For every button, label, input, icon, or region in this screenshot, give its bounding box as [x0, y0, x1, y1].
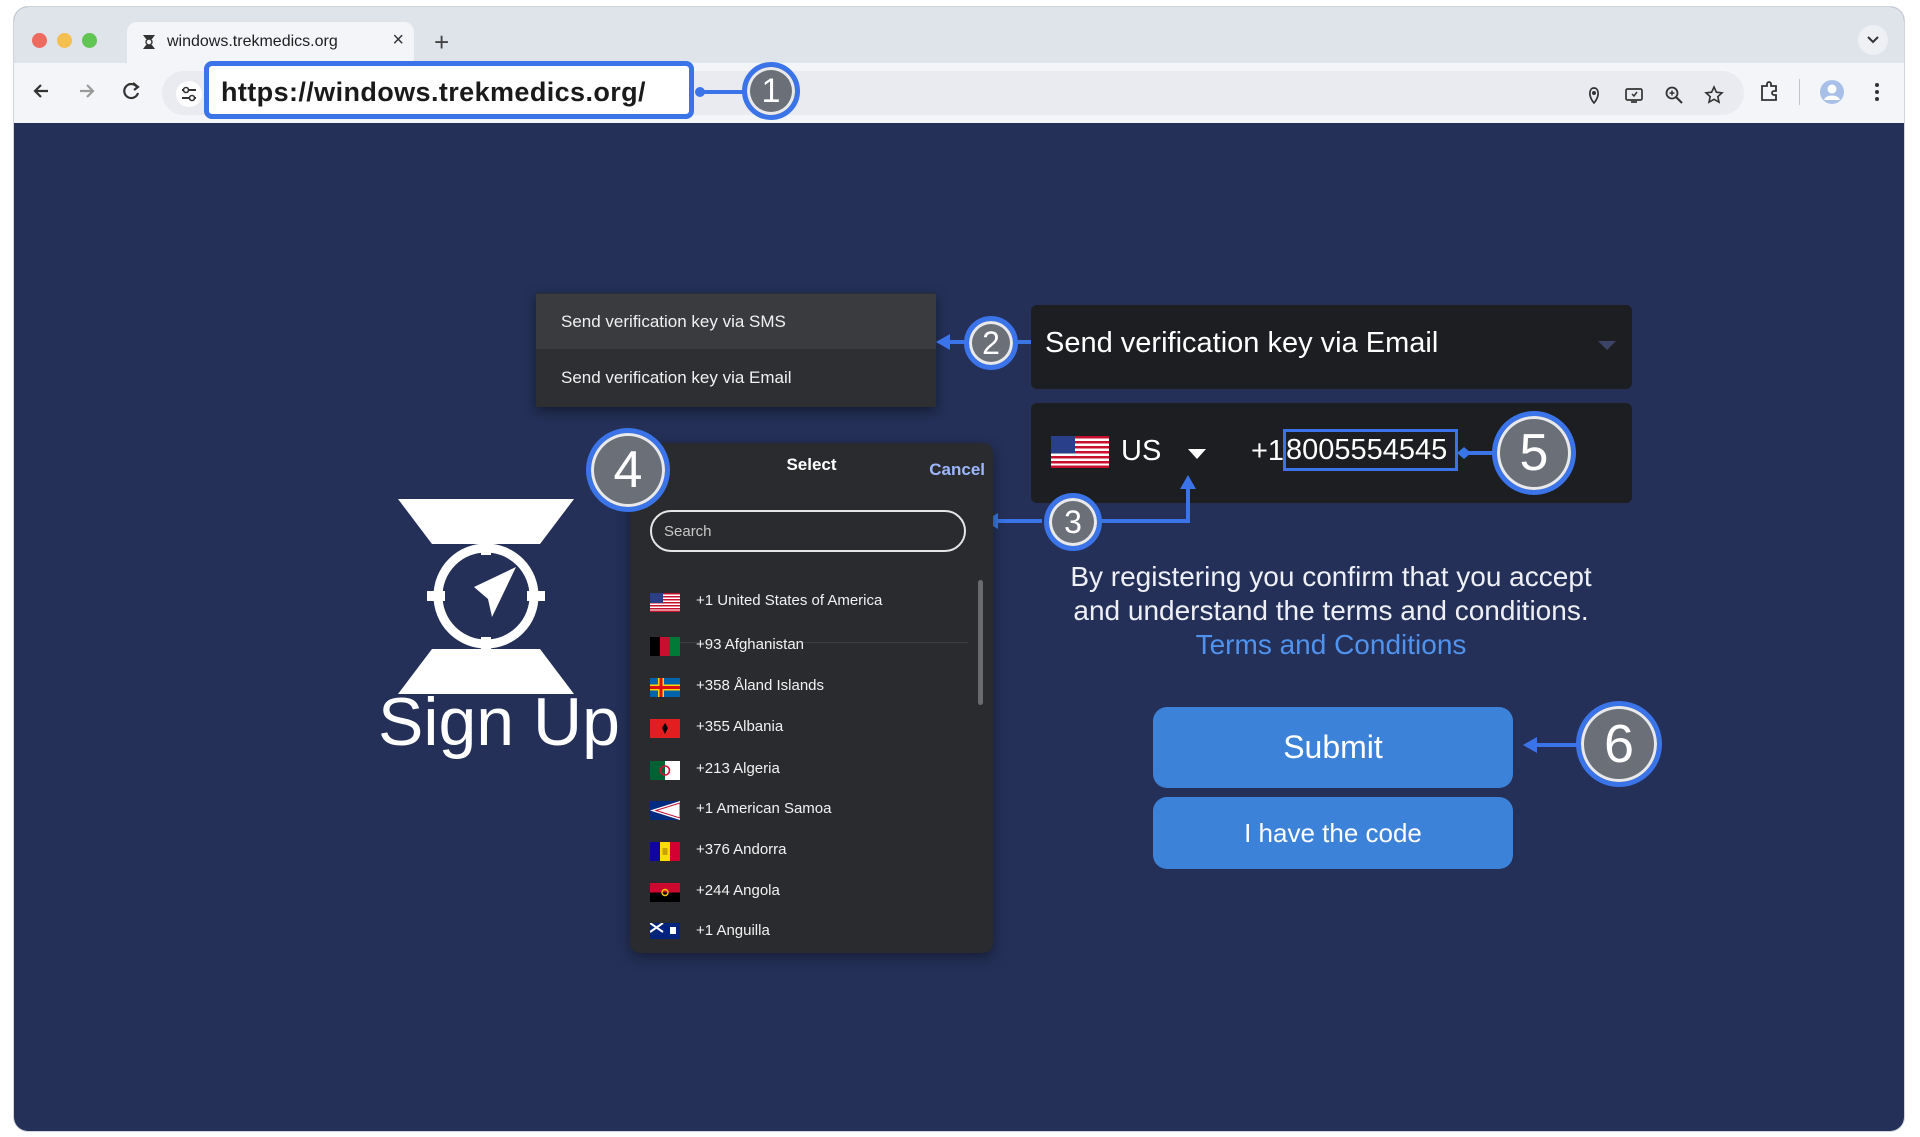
terms-link[interactable]: Terms and Conditions: [1051, 629, 1611, 661]
trekmedics-favicon-icon: [143, 35, 155, 49]
page-content: Send verification key via SMS Send verif…: [14, 123, 1904, 1131]
location-pin-icon[interactable]: [1584, 85, 1604, 105]
site-info-button[interactable]: [176, 81, 202, 107]
country-search-input[interactable]: [650, 510, 966, 552]
caret-down-icon: [1598, 341, 1616, 350]
have-code-button[interactable]: I have the code: [1153, 797, 1513, 869]
verification-method-value: Send verification key via Email: [1045, 327, 1439, 359]
country-option-label: +358 Åland Islands: [696, 677, 825, 694]
country-option-us[interactable]: +1 United States of America: [630, 581, 970, 621]
annotation-badge-5: 5: [1492, 411, 1576, 495]
american-samoa-flag-icon: [650, 801, 680, 820]
country-option-ao[interactable]: +244 Angola: [630, 871, 970, 911]
country-option-label: +213 Algeria: [696, 760, 780, 777]
verification-method-menu: Send verification key via SMS Send verif…: [536, 293, 936, 407]
bookmark-star-icon[interactable]: [1704, 85, 1724, 105]
country-code-selector[interactable]: US: [1121, 435, 1161, 468]
tune-icon: [182, 86, 196, 102]
andorra-flag-icon: [650, 842, 680, 861]
annotation-badge-1: 1: [742, 62, 800, 120]
toolbar-divider: [1799, 79, 1800, 105]
country-option-label: +1 American Samoa: [696, 800, 832, 817]
afghanistan-flag-icon: [650, 637, 680, 656]
maximize-window-button[interactable]: [82, 33, 97, 48]
annotation-badge-2: 2: [964, 316, 1018, 370]
browser-window: windows.trekmedics.org × + https://windo…: [14, 7, 1904, 1131]
menu-item-sms[interactable]: Send verification key via SMS: [536, 294, 936, 349]
menu-item-email[interactable]: Send verification key via Email: [536, 350, 936, 405]
country-option-ad[interactable]: +376 Andorra: [630, 830, 970, 870]
country-option-label: +355 Albania: [696, 718, 784, 735]
minimize-window-button[interactable]: [57, 33, 72, 48]
annotation-badge-6: 6: [1576, 701, 1662, 787]
extensions-puzzle-icon[interactable]: [1757, 79, 1783, 105]
tab-title: windows.trekmedics.org: [167, 33, 338, 50]
close-window-button[interactable]: [32, 33, 47, 48]
country-option-label: +1 Anguilla: [696, 922, 770, 939]
forward-arrow-icon[interactable]: [72, 77, 100, 105]
reload-icon[interactable]: [117, 77, 145, 105]
chevron-down-icon: [1867, 36, 1879, 44]
country-select-panel: Select Cancel +1 United States of Americ…: [630, 443, 993, 953]
albania-flag-icon: [650, 719, 680, 738]
country-option-label: +1 United States of America: [696, 592, 883, 609]
verification-method-select[interactable]: Send verification key via Email: [1031, 305, 1632, 389]
algeria-flag-icon: [650, 761, 680, 780]
country-option-al[interactable]: +355 Albania: [630, 707, 970, 747]
country-option-af[interactable]: +93 Afghanistan: [630, 625, 970, 665]
angola-flag-icon: [650, 883, 680, 902]
cast-screen-icon[interactable]: [1624, 85, 1644, 105]
terms-text: By registering you confirm that you acce…: [1070, 561, 1592, 626]
annotation-badge-4: 4: [586, 428, 670, 512]
country-option-label: +244 Angola: [696, 882, 780, 899]
country-option-ai[interactable]: +1 Anguilla: [630, 911, 970, 939]
aland-flag-icon: [650, 678, 680, 697]
country-option-dz[interactable]: +213 Algeria: [630, 749, 970, 789]
tab-bar: windows.trekmedics.org × +: [14, 7, 1904, 63]
trekmedics-logo-icon: [398, 499, 574, 694]
country-option-label: +93 Afghanistan: [696, 636, 805, 653]
annotation-badge-3: 3: [1044, 493, 1102, 551]
country-option-ax[interactable]: +358 Åland Islands: [630, 666, 970, 706]
new-tab-button[interactable]: +: [434, 27, 449, 58]
country-list-scrollbar[interactable]: [978, 580, 983, 705]
us-flag-icon: [1051, 436, 1109, 468]
country-option-as[interactable]: +1 American Samoa: [630, 789, 970, 829]
back-arrow-icon[interactable]: [28, 77, 56, 105]
url-text: https://windows.trekmedics.org/: [221, 77, 646, 107]
zoom-icon[interactable]: [1664, 85, 1684, 105]
caret-down-icon[interactable]: [1188, 449, 1206, 459]
anguilla-flag-icon: [650, 923, 680, 939]
tab-search-button[interactable]: [1858, 25, 1888, 55]
phone-prefix: +1: [1251, 435, 1285, 467]
country-option-label: +376 Andorra: [696, 841, 787, 858]
submit-button[interactable]: Submit: [1153, 707, 1513, 788]
annotation-arrow-6: [1523, 737, 1581, 753]
url-highlight[interactable]: https://windows.trekmedics.org/: [204, 61, 694, 119]
kebab-menu-icon[interactable]: [1864, 79, 1890, 105]
profile-avatar-icon[interactable]: [1819, 79, 1845, 105]
phone-number-input[interactable]: [1283, 429, 1458, 471]
annotation-connector-5: [1457, 447, 1495, 459]
signup-title: Sign Up: [378, 684, 620, 760]
tab-active[interactable]: windows.trekmedics.org ×: [127, 22, 414, 63]
tab-close-icon[interactable]: ×: [392, 29, 404, 52]
cancel-button[interactable]: Cancel: [929, 460, 985, 480]
us-flag-icon: [650, 593, 680, 612]
